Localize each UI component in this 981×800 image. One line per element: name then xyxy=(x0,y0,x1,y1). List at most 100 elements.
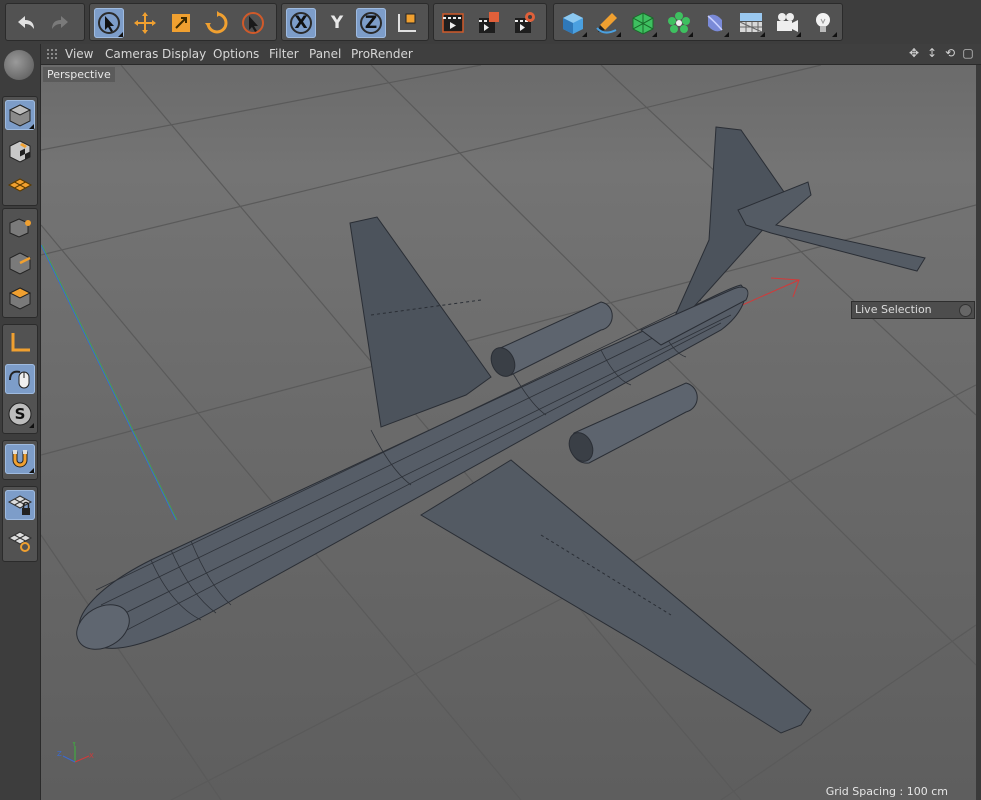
rotate-button[interactable] xyxy=(202,8,232,38)
pen-spline-button[interactable] xyxy=(592,8,622,38)
view-navigation: ✥ ↕ ⟲ ▢ xyxy=(907,46,975,62)
render-settings-button[interactable] xyxy=(510,8,540,38)
redo-button[interactable] xyxy=(46,8,76,38)
render-picture-viewer-icon xyxy=(479,12,499,33)
workplane-mode-icon xyxy=(7,178,33,192)
close-hud-icon[interactable] xyxy=(959,304,972,317)
menu-filter[interactable]: Filter xyxy=(269,47,299,61)
polygons-mode-button[interactable] xyxy=(5,283,35,313)
orbit-view-icon[interactable]: ⟲ xyxy=(943,46,957,60)
scale-icon xyxy=(172,14,190,32)
menu-prorender[interactable]: ProRender xyxy=(351,47,413,61)
edges-mode-icon xyxy=(9,252,31,275)
deformer-button[interactable] xyxy=(700,8,730,38)
history-group xyxy=(5,3,85,41)
lock-workplane-icon xyxy=(7,495,33,515)
cloner-button[interactable] xyxy=(664,8,694,38)
lock-workplane-button[interactable] xyxy=(5,490,35,520)
scene-canvas xyxy=(41,65,976,800)
floor-button[interactable] xyxy=(736,8,766,38)
x-axis-arrow xyxy=(770,277,800,298)
y-axis-button[interactable]: Y xyxy=(322,8,352,38)
planar-workplane-icon xyxy=(7,531,33,552)
render-view-button[interactable] xyxy=(438,8,468,38)
create-group xyxy=(553,3,843,41)
move-button[interactable] xyxy=(130,8,160,38)
edges-mode-button[interactable] xyxy=(5,248,35,278)
menu-view[interactable]: View xyxy=(65,47,93,61)
airplane-model xyxy=(76,126,926,734)
left-palette: S xyxy=(0,44,41,800)
undo-button[interactable] xyxy=(10,8,40,38)
last-tool-icon xyxy=(242,12,264,34)
snap-button[interactable] xyxy=(5,444,35,474)
viewport-border xyxy=(976,65,981,800)
workplane-group xyxy=(2,486,38,562)
gizmo-x-label: X xyxy=(89,752,94,760)
menu-cameras[interactable]: Cameras xyxy=(105,47,158,61)
right-wing xyxy=(420,459,812,734)
z-axis-button[interactable]: Z xyxy=(356,8,386,38)
subdivision-button[interactable] xyxy=(628,8,658,38)
z-axis-label: Z xyxy=(364,13,378,33)
coordinate-system-icon xyxy=(398,13,416,32)
rotate-icon xyxy=(205,11,228,34)
perspective-viewport[interactable]: Perspective Live Selection Y X Z Grid Sp… xyxy=(41,65,976,800)
pan-view-icon[interactable]: ✥ xyxy=(907,46,921,60)
enable-axis-icon xyxy=(11,333,30,352)
move-icon xyxy=(134,12,156,34)
left-wing xyxy=(349,216,492,428)
toggle-view-icon[interactable]: ▢ xyxy=(961,46,975,60)
x-axis-button[interactable]: X xyxy=(286,8,316,38)
tools-group xyxy=(89,3,277,41)
grip-icon[interactable] xyxy=(47,48,59,60)
cube-button[interactable] xyxy=(558,8,588,38)
enable-axis-button[interactable] xyxy=(5,328,35,358)
tweak-mode-button[interactable] xyxy=(5,364,35,394)
render-group xyxy=(433,3,547,41)
world-y-axis xyxy=(41,244,178,521)
components-group xyxy=(2,208,38,318)
axis-group: S xyxy=(2,324,38,434)
planar-workplane-button[interactable] xyxy=(5,526,35,556)
camera-label[interactable]: Perspective xyxy=(43,67,115,82)
workplane-mode-button[interactable] xyxy=(5,171,35,201)
live-selection-hud[interactable]: Live Selection xyxy=(851,301,975,319)
menu-options[interactable]: Options xyxy=(213,47,259,61)
gizmo-z-label: Z xyxy=(57,750,62,758)
texture-mode-button[interactable] xyxy=(5,136,35,166)
x-axis-label: X xyxy=(294,13,308,33)
solo-letter: S xyxy=(14,405,26,423)
grid-spacing-label: Grid Spacing : 100 cm xyxy=(825,785,948,798)
dolly-view-icon[interactable]: ↕ xyxy=(925,46,939,60)
points-mode-icon xyxy=(9,218,31,238)
coordinate-system-button[interactable] xyxy=(392,8,422,38)
world-z-axis xyxy=(41,244,177,521)
render-settings-icon xyxy=(515,12,535,33)
axis-gizmo: Y X Z xyxy=(57,742,94,763)
texture-mode-icon xyxy=(9,140,31,163)
scale-button[interactable] xyxy=(166,8,196,38)
axis-lock-group: X Y Z xyxy=(281,3,429,41)
tweak-mode-icon xyxy=(9,370,30,389)
viewport-menubar: View Cameras Display Options Filter Pane… xyxy=(41,44,981,65)
live-selection-label: Live Selection xyxy=(855,303,932,316)
menu-display[interactable]: Display xyxy=(162,47,206,61)
last-tool-button[interactable] xyxy=(238,8,268,38)
undo-icon xyxy=(18,16,34,29)
y-axis-label: Y xyxy=(330,13,344,33)
redo-icon xyxy=(52,16,68,29)
menu-panel[interactable]: Panel xyxy=(309,47,341,61)
solo-button[interactable]: S xyxy=(5,399,35,429)
render-view-icon xyxy=(442,13,464,33)
render-picture-viewer-button[interactable] xyxy=(474,8,504,38)
points-mode-button[interactable] xyxy=(5,212,35,242)
camera-button[interactable] xyxy=(772,8,802,38)
mode-group xyxy=(2,96,38,206)
gizmo-y-label: Y xyxy=(71,742,77,748)
live-selection-button[interactable] xyxy=(94,8,124,38)
layout-globe-icon[interactable] xyxy=(4,50,34,80)
model-mode-button[interactable] xyxy=(5,100,35,130)
light-button[interactable] xyxy=(808,8,838,38)
snap-group xyxy=(2,440,38,480)
